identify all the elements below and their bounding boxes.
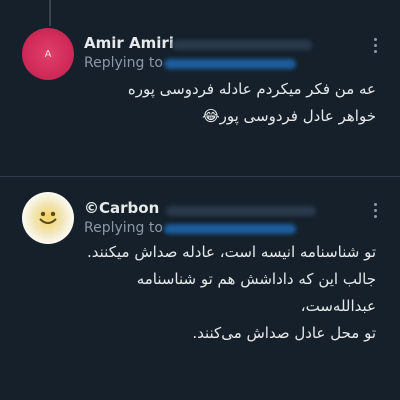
replying-to-handle-blurred[interactable] bbox=[164, 224, 296, 234]
tweet-body: عه من فکر میکردم عادله فردوسی پوره خواهر… bbox=[127, 80, 376, 125]
tweet-carbon[interactable]: ©Carbon Replying to تو شناسنامه انیسه اس… bbox=[0, 177, 400, 400]
avatar-letter: A bbox=[44, 48, 52, 60]
author-name[interactable]: Amir Amiri bbox=[84, 34, 174, 52]
replying-to-handle-blurred[interactable] bbox=[164, 59, 296, 69]
more-options-icon[interactable] bbox=[372, 203, 378, 221]
replying-to-label: Replying to bbox=[84, 55, 163, 71]
author-handle-blurred bbox=[172, 40, 312, 50]
tweet-amir-amiri[interactable]: A Amir Amiri Replying to عه من فکر میکرد… bbox=[0, 0, 400, 175]
smiley-icon bbox=[39, 211, 57, 224]
author-name[interactable]: ©Carbon bbox=[84, 199, 159, 217]
replying-to-label: Replying to bbox=[84, 220, 163, 236]
avatar[interactable] bbox=[22, 192, 74, 244]
more-options-icon[interactable] bbox=[372, 38, 378, 56]
avatar[interactable]: A bbox=[22, 28, 74, 80]
author-handle-blurred bbox=[166, 206, 316, 216]
tweet-body: تو شناسنامه انیسه است، عادله صداش میکنند… bbox=[87, 243, 376, 342]
